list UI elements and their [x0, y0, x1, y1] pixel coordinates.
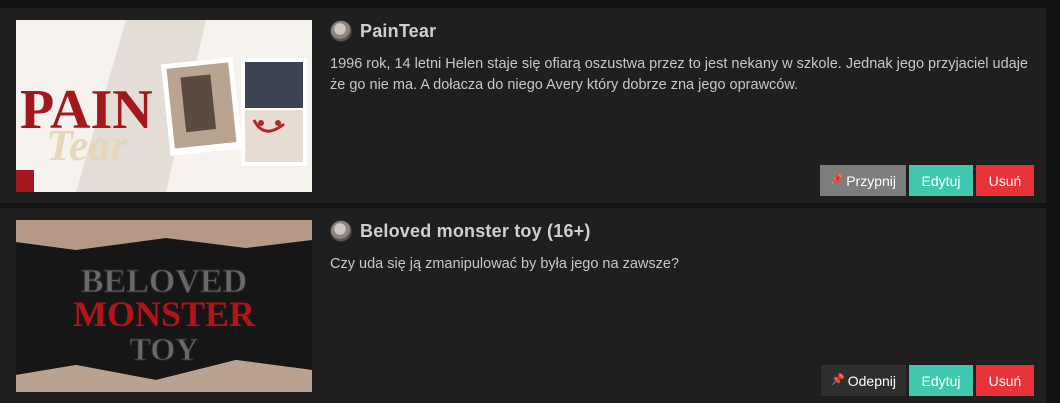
cover-title-sub: Tear — [46, 121, 128, 170]
pushpin-icon: 📌 — [829, 174, 844, 186]
unpin-button[interactable]: 📌 Odepnij — [821, 365, 906, 396]
story-card: BELOVED MONSTER TOY Beloved monster toy … — [0, 208, 1046, 403]
story-actions: 📌 Przypnij Edytuj Usuń — [819, 165, 1034, 196]
pushpin-icon: 📌 — [831, 374, 845, 386]
cover-title-2: MONSTER — [73, 294, 256, 334]
story-card: PAIN Tear PainTear 1996 rok, 14 letni He… — [0, 8, 1046, 203]
avatar — [330, 220, 352, 242]
story-description: Czy uda się ją zmanipulować by była jego… — [330, 256, 679, 272]
unpin-button-label: Odepnij — [847, 372, 896, 389]
avatar — [330, 20, 352, 42]
delete-button[interactable]: Usuń — [976, 365, 1034, 396]
pin-button-label: Przypnij — [846, 172, 896, 189]
cover-title-3: TOY — [130, 331, 199, 367]
edit-button[interactable]: Edytuj — [909, 165, 973, 196]
cover-art: BELOVED MONSTER TOY — [16, 220, 312, 392]
cover-art: PAIN Tear — [16, 20, 312, 192]
story-header: Beloved monster toy (16+) — [330, 220, 591, 242]
pin-button[interactable]: 📌 Przypnij — [819, 165, 906, 196]
story-title[interactable]: Beloved monster toy (16+) — [360, 221, 591, 242]
edit-button[interactable]: Edytuj — [909, 365, 973, 396]
story-title[interactable]: PainTear — [360, 21, 436, 42]
story-description: 1996 rok, 14 letni Helen staje się ofiar… — [330, 56, 1028, 93]
story-list: PAIN Tear PainTear 1996 rok, 14 letni He… — [0, 0, 1060, 403]
story-header: PainTear — [330, 20, 436, 42]
story-cover-image[interactable]: BELOVED MONSTER TOY — [16, 220, 312, 392]
delete-button[interactable]: Usuń — [976, 165, 1034, 196]
story-actions: 📌 Odepnij Edytuj Usuń — [821, 365, 1034, 396]
story-cover-image[interactable]: PAIN Tear — [16, 20, 312, 192]
